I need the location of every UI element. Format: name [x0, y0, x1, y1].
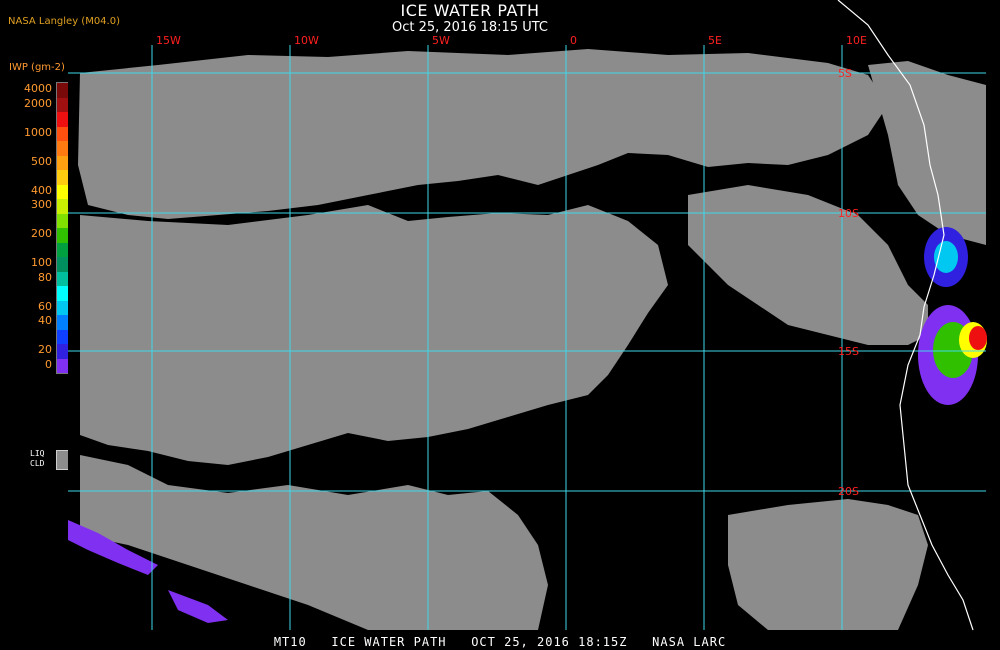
- satellite-map[interactable]: 15W 10W 5W 0 5E 10E 5S 10S 15S 20S: [68, 0, 987, 631]
- ice-cell-red: [969, 326, 987, 350]
- legend-tick-label: 0: [45, 357, 52, 371]
- map-title: ICE WATER PATH: [400, 1, 540, 20]
- ice-cell-cyan: [934, 241, 958, 273]
- longitude-label: 0: [570, 34, 577, 47]
- legend-tick-label: 300: [31, 198, 52, 211]
- liquid-cloud-label: LIQ CLD: [30, 449, 44, 469]
- legend-tick-label: 400: [31, 183, 52, 197]
- legend-title: IWP (gm-2): [9, 62, 65, 73]
- latitude-label: 15S: [838, 345, 859, 358]
- liquid-cloud-field: [78, 49, 986, 630]
- legend-tick-label: 4000: [24, 82, 52, 95]
- latitude-label: 10S: [838, 207, 859, 220]
- liquid-cloud-label-line1: LIQ: [30, 449, 45, 458]
- longitude-label: 15W: [156, 34, 181, 47]
- liquid-cloud-label-line2: CLD: [30, 459, 45, 468]
- legend-tick-label: 80: [38, 270, 52, 284]
- legend-tick-label: 2000: [24, 96, 52, 110]
- legend-tick-label: 40: [38, 314, 52, 327]
- legend-tick-label: 60: [38, 299, 52, 313]
- legend-tick-label: 1000: [24, 125, 52, 139]
- legend-tick-label: 500: [31, 154, 52, 168]
- map-subtitle: Oct 25, 2016 18:15 UTC: [392, 20, 548, 35]
- legend-tick-label: 100: [31, 256, 52, 269]
- longitude-label: 10W: [294, 34, 319, 47]
- longitude-label: 5E: [708, 34, 722, 47]
- footer-caption: MT10 ICE WATER PATH OCT 25, 2016 18:15Z …: [273, 635, 727, 649]
- latitude-label: 20S: [838, 485, 859, 498]
- cloud-mass-southeast: [728, 499, 928, 630]
- longitude-label: 10E: [846, 34, 867, 47]
- latitude-label: 5S: [838, 67, 852, 80]
- legend-tick-label: 20: [38, 343, 52, 356]
- longitude-label: 5W: [432, 34, 450, 47]
- legend-tick-label: 200: [31, 227, 52, 240]
